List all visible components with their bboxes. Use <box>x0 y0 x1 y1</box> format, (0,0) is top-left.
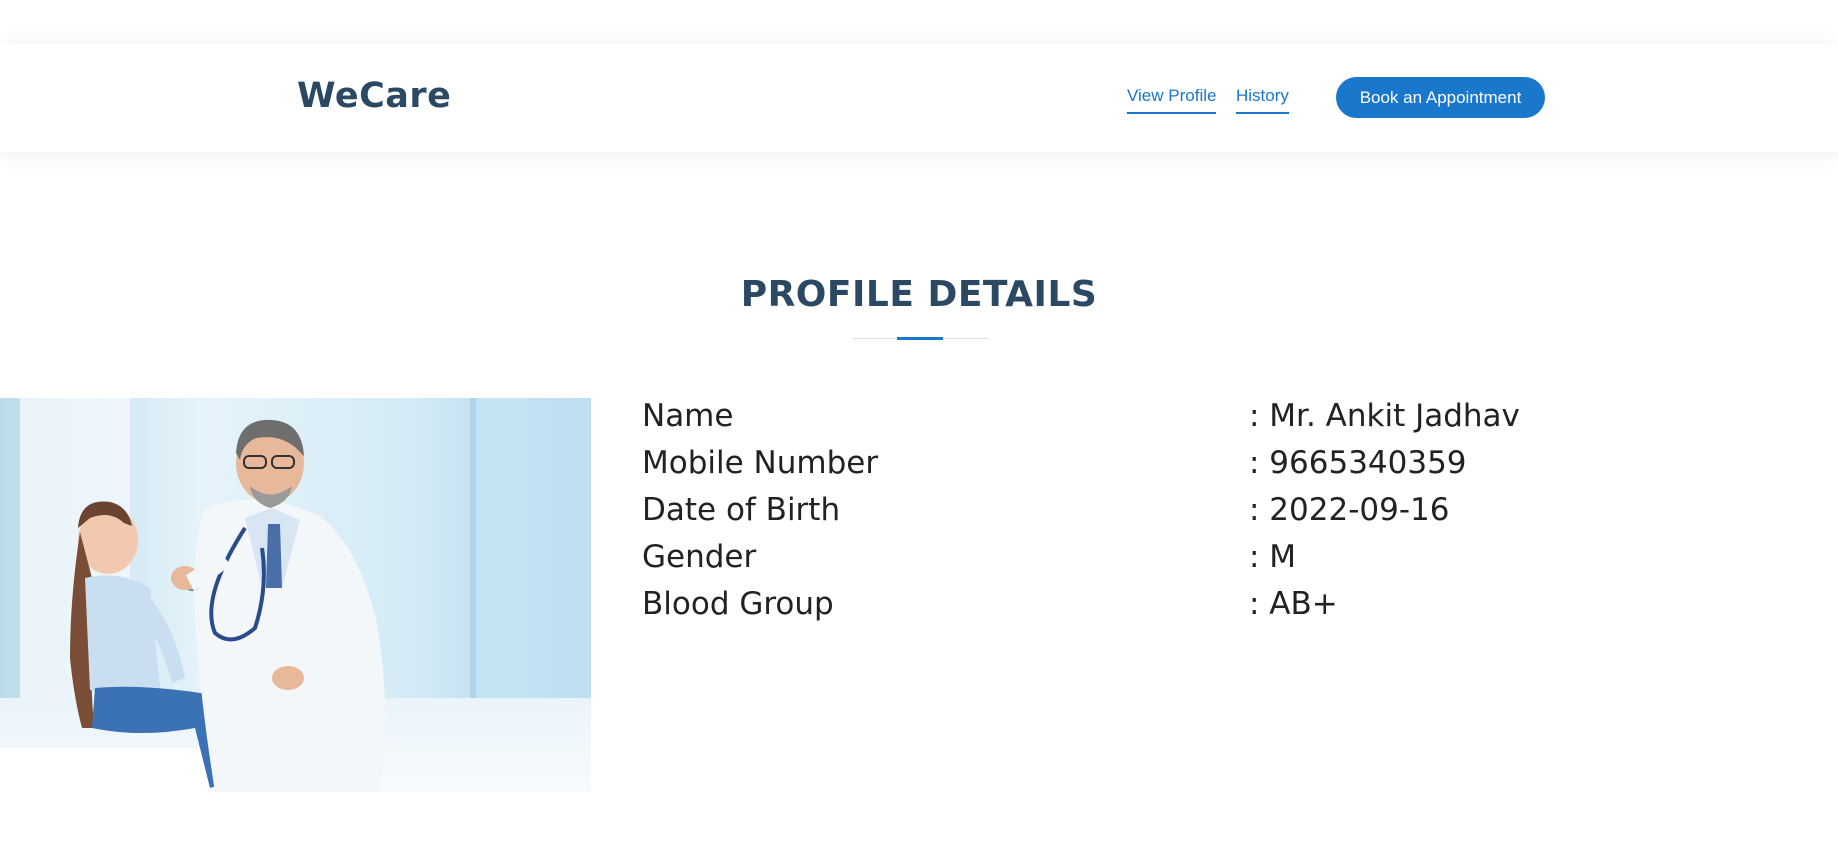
field-value: : Mr. Ankit Jadhav <box>1249 398 1520 434</box>
profile-row-mobile: Mobile Number : 9665340359 <box>642 440 1642 487</box>
nav-view-profile[interactable]: View Profile <box>1127 86 1217 114</box>
field-label: Name <box>642 398 734 434</box>
nav-history[interactable]: History <box>1236 86 1289 114</box>
profile-row-name: Name : Mr. Ankit Jadhav <box>642 393 1642 440</box>
page-title: PROFILE DETAILS <box>740 274 1098 315</box>
field-label: Date of Birth <box>642 492 841 528</box>
top-spacer <box>0 0 1838 44</box>
field-value: : 9665340359 <box>1249 445 1467 481</box>
field-label: Gender <box>642 539 757 575</box>
profile-row-blood-group: Blood Group : AB+ <box>642 581 1642 628</box>
profile-details: Name : Mr. Ankit Jadhav Mobile Number : … <box>642 393 1642 628</box>
profile-row-dob: Date of Birth : 2022-09-16 <box>642 487 1642 534</box>
field-value: : M <box>1249 539 1297 575</box>
site-header: WeCare View Profile History Book an Appo… <box>0 44 1838 152</box>
title-divider-accent <box>897 337 943 340</box>
field-value: : AB+ <box>1249 586 1338 622</box>
book-appointment-button[interactable]: Book an Appointment <box>1336 77 1545 118</box>
profile-row-gender: Gender : M <box>642 534 1642 581</box>
field-label: Mobile Number <box>642 445 879 481</box>
site-logo[interactable]: WeCare <box>297 76 451 116</box>
field-value: : 2022-09-16 <box>1249 492 1450 528</box>
doctor-with-child-photo <box>0 398 591 792</box>
field-label: Blood Group <box>642 586 834 622</box>
